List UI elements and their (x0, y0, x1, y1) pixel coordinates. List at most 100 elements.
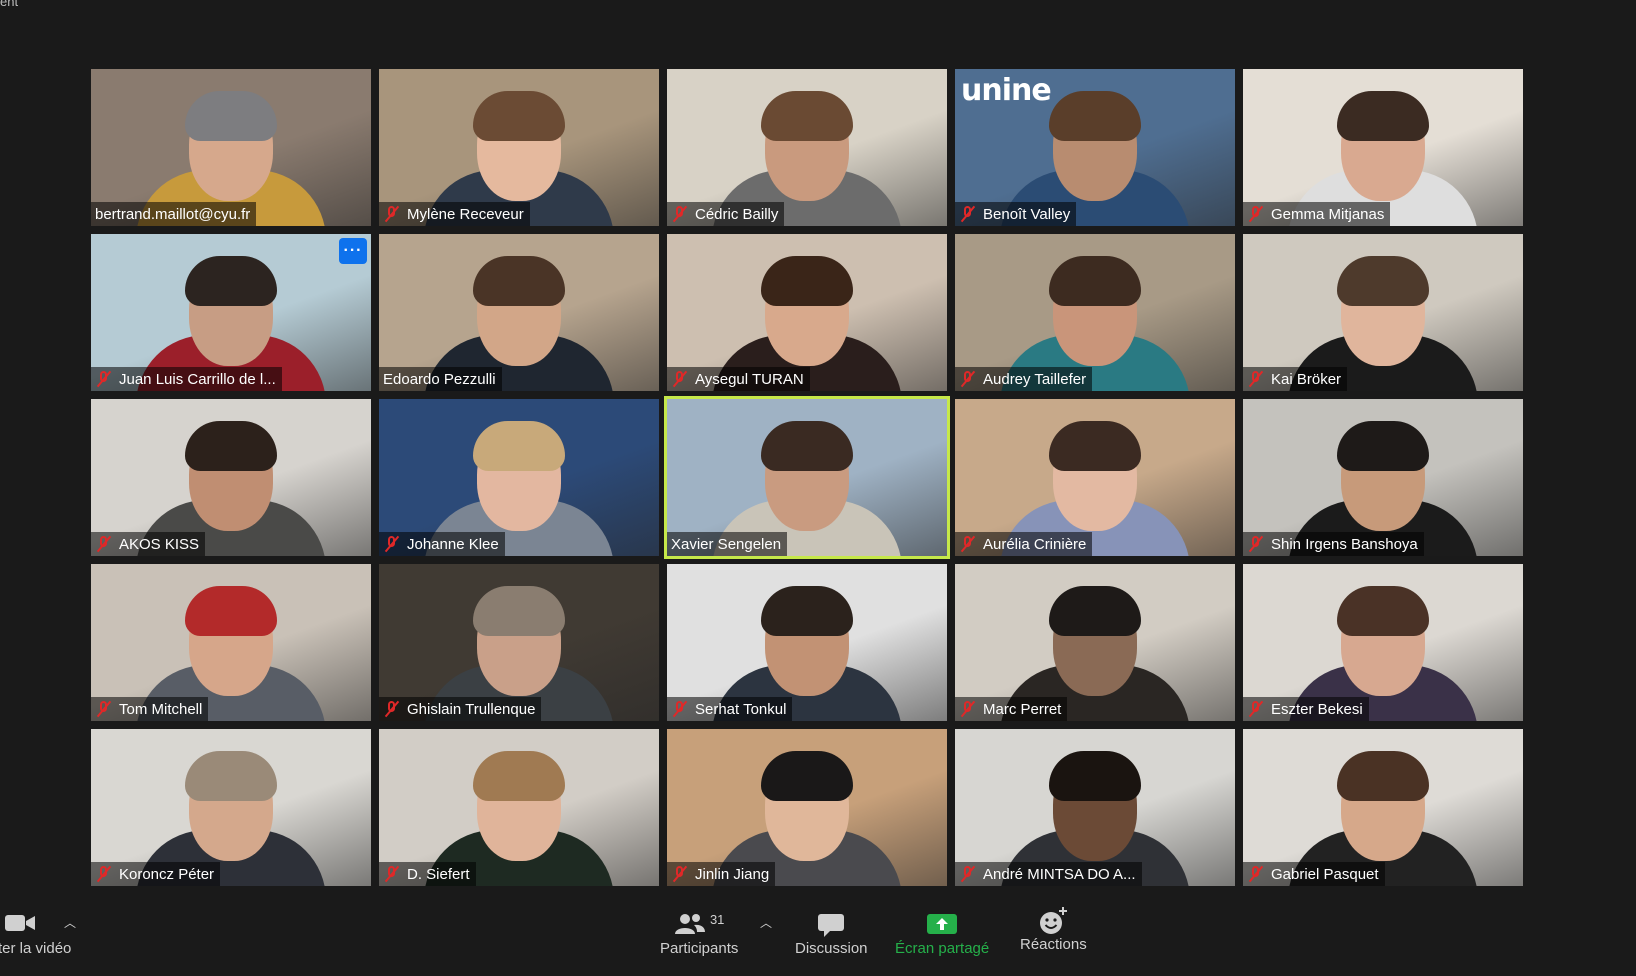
participant-name-label: Gemma Mitjanas (1243, 202, 1391, 226)
participant-name: AKOS KISS (119, 535, 200, 553)
participant-tile[interactable]: AKOS KISS (91, 399, 371, 556)
participant-name-label: Aurélia Crinière (955, 532, 1093, 556)
participants-icon (674, 914, 705, 934)
participant-hair (473, 255, 565, 306)
participant-name-label: Shin Irgens Banshoya (1243, 532, 1424, 556)
participant-tile[interactable]: Jinlin Jiang (667, 729, 947, 886)
participant-tile[interactable]: Audrey Taillefer (955, 234, 1235, 391)
muted-mic-icon (95, 700, 113, 718)
participant-tile[interactable]: Mylène Receveur (379, 69, 659, 226)
participants-button[interactable]: 31 Participants (660, 912, 738, 957)
participant-hair (761, 255, 853, 306)
participant-name-label: Cédric Bailly (667, 202, 785, 226)
participant-tile[interactable]: Serhat Tonkul (667, 564, 947, 721)
participant-name: Edoardo Pezzulli (383, 370, 496, 388)
participant-name: Cédric Bailly (695, 205, 779, 223)
meeting-toolbar: ter la vidéo ︿ 31 Participants ︿ Discuss… (0, 907, 1636, 976)
participant-tile[interactable]: Tom Mitchell (91, 564, 371, 721)
participant-name: Mylène Receveur (407, 205, 524, 223)
participant-tile[interactable]: Gemma Mitjanas (1243, 69, 1523, 226)
participant-hair (1337, 585, 1429, 636)
share-screen-icon (927, 914, 958, 934)
participant-name: D. Siefert (407, 865, 470, 883)
gallery-grid: bertrand.maillot@cyu.fr Mylène Receveur Cé… (91, 69, 1523, 886)
participant-hair (473, 90, 565, 141)
participant-hair (1049, 90, 1141, 141)
participant-name-label: Audrey Taillefer (955, 367, 1093, 391)
participant-name: Ghislain Trullenque (407, 700, 536, 718)
video-button[interactable]: ter la vidéo (0, 912, 71, 957)
reactions-button[interactable]: Réactions (1020, 906, 1087, 953)
participant-name-label: Tom Mitchell (91, 697, 209, 721)
participant-tile[interactable]: ··· Juan Luis Carrillo de l... (91, 234, 371, 391)
participant-name: Jinlin Jiang (695, 865, 770, 883)
participant-name: Serhat Tonkul (695, 700, 787, 718)
participant-hair (1337, 90, 1429, 141)
participant-name-label: Edoardo Pezzulli (379, 367, 502, 391)
participant-name-label: Mylène Receveur (379, 202, 530, 226)
participant-tile[interactable]: bertrand.maillot@cyu.fr (91, 69, 371, 226)
participant-tile[interactable]: Ghislain Trullenque (379, 564, 659, 721)
participant-tile[interactable]: Shin Irgens Banshoya (1243, 399, 1523, 556)
participant-name-label: Eszter Bekesi (1243, 697, 1369, 721)
participant-tile[interactable]: Aysegul TURAN (667, 234, 947, 391)
participants-caret-icon[interactable]: ︿ (760, 914, 772, 931)
muted-mic-icon (383, 865, 401, 883)
participant-name-label: AKOS KISS (91, 532, 206, 556)
participant-tile[interactable]: Gabriel Pasquet (1243, 729, 1523, 886)
participant-tile[interactable]: Aurélia Crinière (955, 399, 1235, 556)
participant-name: André MINTSA DO A... (983, 865, 1136, 883)
muted-mic-icon (959, 700, 977, 718)
participant-name: Koroncz Péter (119, 865, 215, 883)
muted-mic-icon (959, 865, 977, 883)
muted-mic-icon (671, 865, 689, 883)
participant-tile[interactable]: Xavier Sengelen (664, 396, 950, 559)
participant-name-label: Serhat Tonkul (667, 697, 793, 721)
more-options-button[interactable]: ··· (339, 238, 367, 264)
participant-tile[interactable]: Marc Perret (955, 564, 1235, 721)
muted-mic-icon (1247, 700, 1265, 718)
participant-tile[interactable]: Eszter Bekesi (1243, 564, 1523, 721)
participant-hair (1337, 255, 1429, 306)
video-caret-icon[interactable]: ︿ (64, 914, 76, 931)
muted-mic-icon (1247, 865, 1265, 883)
participant-hair (1049, 255, 1141, 306)
participant-tile[interactable]: Koroncz Péter (91, 729, 371, 886)
video-label: ter la vidéo (0, 940, 72, 957)
participant-tile[interactable]: André MINTSA DO A... (955, 729, 1235, 886)
participant-name-label: Jinlin Jiang (667, 862, 776, 886)
participant-name: Juan Luis Carrillo de l... (119, 370, 276, 388)
participant-name-label: Johanne Klee (379, 532, 505, 556)
muted-mic-icon (1247, 205, 1265, 223)
participant-name: Eszter Bekesi (1271, 700, 1363, 718)
participant-tile[interactable]: Edoardo Pezzulli (379, 234, 659, 391)
participant-tile[interactable]: D. Siefert (379, 729, 659, 886)
participant-hair (185, 750, 277, 801)
muted-mic-icon (95, 535, 113, 553)
participant-tile[interactable]: Cédric Bailly (667, 69, 947, 226)
participant-hair (1337, 750, 1429, 801)
muted-mic-icon (95, 865, 113, 883)
participant-name-label: Gabriel Pasquet (1243, 862, 1385, 886)
participant-tile[interactable]: Johanne Klee (379, 399, 659, 556)
muted-mic-icon (1247, 535, 1265, 553)
participant-hair (761, 750, 853, 801)
muted-mic-icon (383, 535, 401, 553)
chat-label: Discussion (795, 940, 868, 957)
participant-name: Aurélia Crinière (983, 535, 1087, 553)
chat-icon (818, 914, 845, 937)
muted-mic-icon (383, 205, 401, 223)
share-screen-button[interactable]: Écran partagé (895, 912, 989, 957)
chat-button[interactable]: Discussion (795, 912, 868, 957)
participant-name: Gemma Mitjanas (1271, 205, 1385, 223)
participant-name-label: D. Siefert (379, 862, 476, 886)
participant-hair (185, 585, 277, 636)
participant-hair (761, 90, 853, 141)
participant-tile[interactable]: unine Benoît Valley (955, 69, 1235, 226)
participant-name: Audrey Taillefer (983, 370, 1087, 388)
participant-tile[interactable]: Kai Bröker (1243, 234, 1523, 391)
virtual-background-logo: unine (961, 73, 1052, 108)
participant-hair (761, 420, 853, 471)
share-screen-label: Écran partagé (895, 940, 990, 957)
participants-label: Participants (660, 940, 739, 957)
